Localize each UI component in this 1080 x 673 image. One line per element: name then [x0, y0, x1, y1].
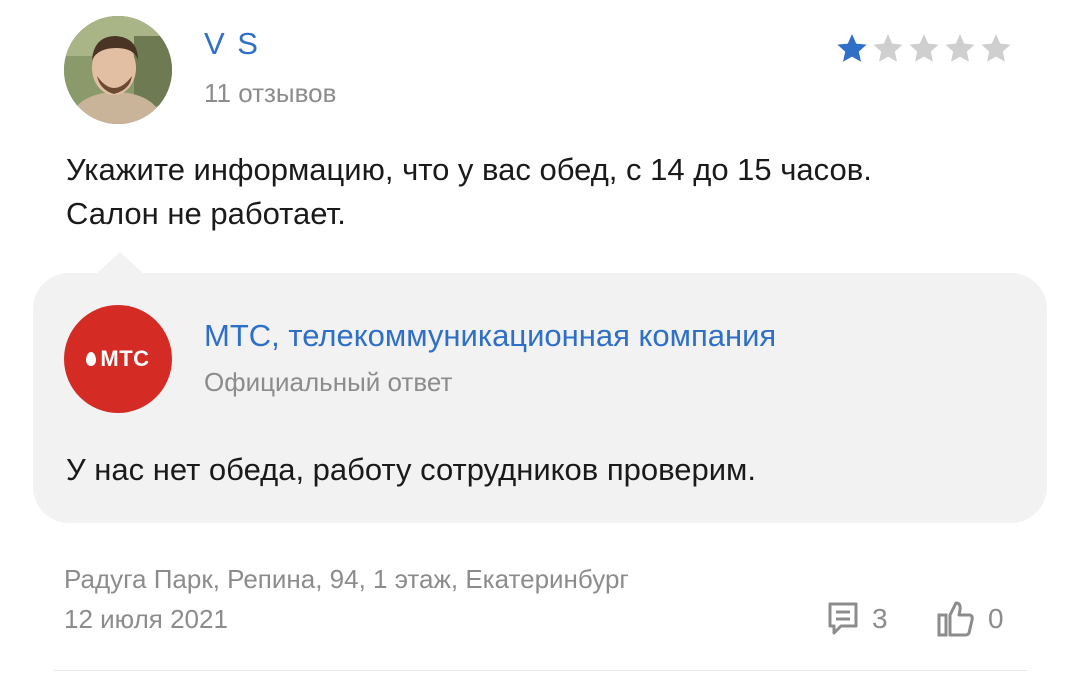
rating-stars	[836, 32, 1012, 72]
review-text: Укажите информацию, что у вас обед, с 14…	[66, 152, 872, 231]
company-logo[interactable]: МТС	[64, 305, 172, 413]
company-logo-text: МТС	[100, 346, 150, 371]
star-filled-icon	[837, 34, 867, 62]
star-empty-icon	[981, 34, 1011, 62]
review-location: Радуга Парк, Репина, 94, 1 этаж, Екатери…	[64, 564, 629, 594]
mts-egg-icon	[86, 352, 97, 366]
company-name-link[interactable]: МТС, телекоммуникационная компания	[204, 320, 776, 351]
reply-text: У нас нет обеда, работу сотрудников пров…	[66, 452, 756, 487]
thumbs-up-icon	[937, 601, 974, 637]
star-empty-icon	[873, 34, 903, 62]
author-avatar[interactable]	[64, 16, 172, 124]
star-empty-icon	[909, 34, 939, 62]
author-name[interactable]: V S	[204, 28, 260, 59]
author-reviews-count[interactable]: 11 отзывов	[204, 80, 336, 106]
star-empty-icon	[945, 34, 975, 62]
comment-icon	[828, 602, 858, 635]
reply-pointer	[96, 252, 144, 274]
official-reply-label: Официальный ответ	[204, 367, 453, 397]
review-date: 12 июля 2021	[64, 604, 228, 634]
comments-count: 3	[872, 603, 888, 634]
comments-button[interactable]: 3	[826, 598, 888, 640]
like-button[interactable]: 0	[936, 598, 1004, 640]
avatar-photo	[64, 16, 172, 124]
likes-count: 0	[988, 603, 1004, 634]
review-divider	[54, 670, 1027, 671]
